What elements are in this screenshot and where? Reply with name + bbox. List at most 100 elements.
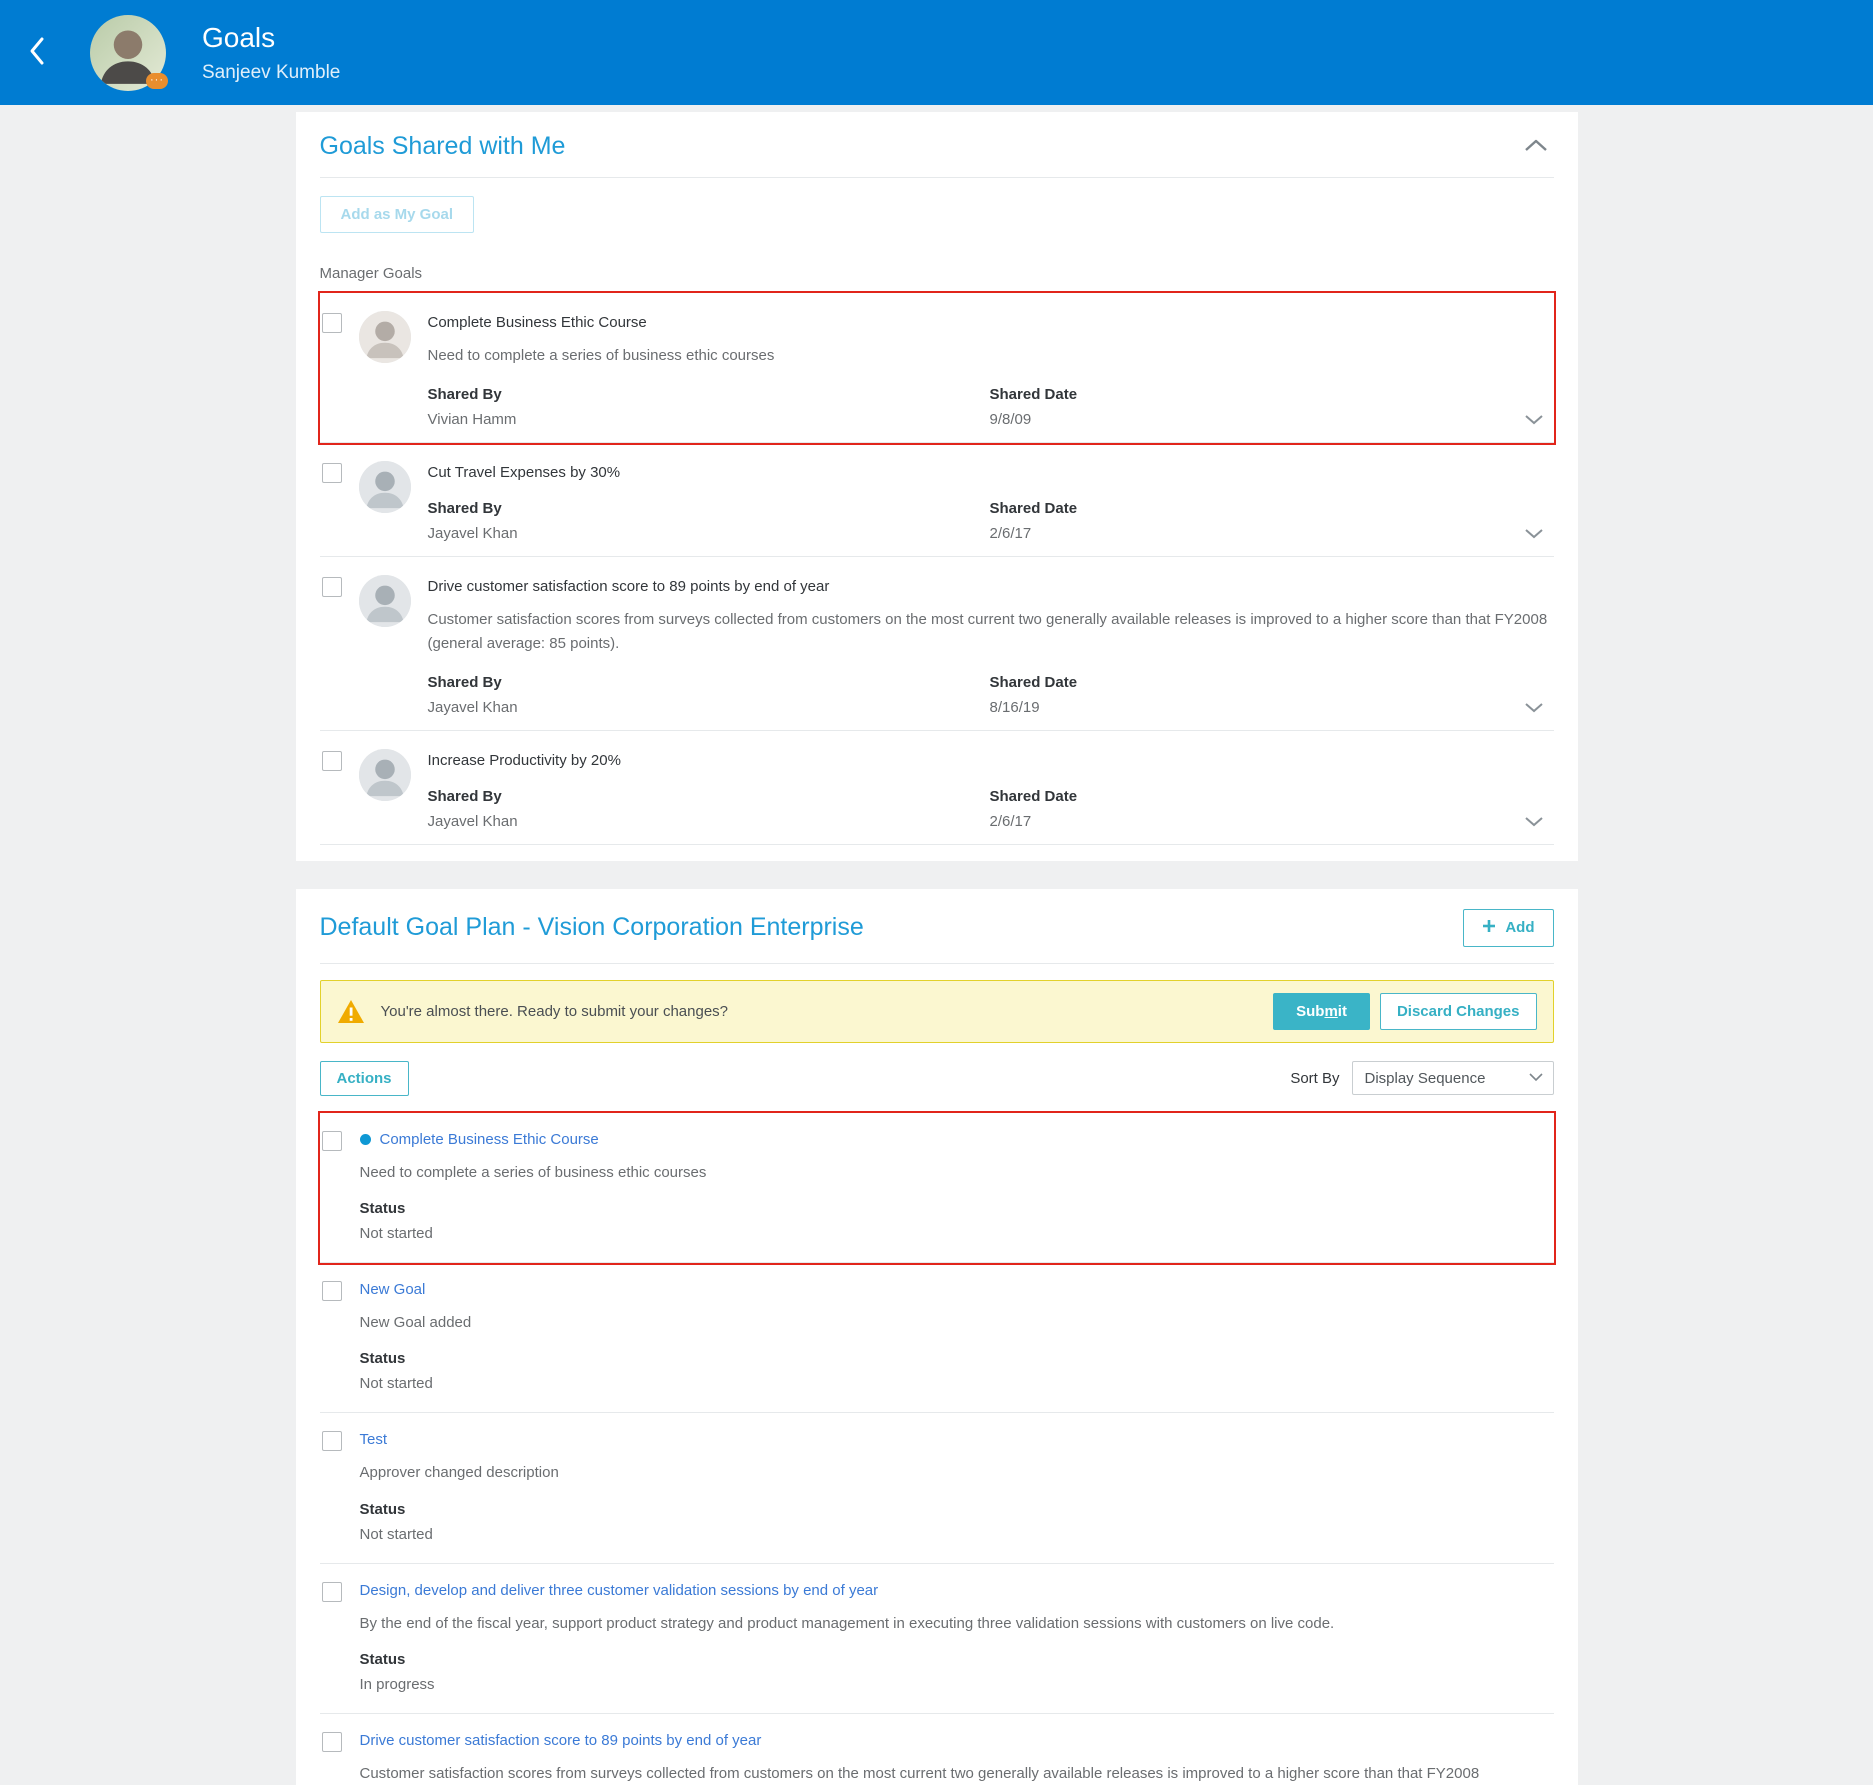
shared-by-label: Shared By bbox=[427, 386, 502, 404]
shared-by-field: Shared By Jayavel Khan bbox=[428, 674, 990, 716]
goal-checkbox[interactable] bbox=[321, 750, 342, 771]
shared-goal-item: Drive customer satisfaction score to 89 … bbox=[319, 557, 1554, 731]
goal-title-link[interactable]: Drive customer satisfaction score to 89 … bbox=[360, 1730, 1552, 1749]
goal-title: New Goal bbox=[359, 1281, 426, 1298]
shared-card-head: Goals Shared with Me bbox=[319, 112, 1554, 178]
goal-content: Complete Business Ethic Course Need to c… bbox=[428, 311, 1552, 428]
collapse-section-button[interactable] bbox=[1518, 135, 1554, 159]
avatar bbox=[358, 311, 411, 363]
shared-date-field: Shared Date 8/16/19 bbox=[990, 674, 1552, 716]
goal-content: Test Approver changed description Status… bbox=[360, 1429, 1552, 1542]
shared-date-label: Shared Date bbox=[989, 787, 1078, 805]
goal-content: Complete Business Ethic Course Need to c… bbox=[359, 1129, 1552, 1242]
goal-title: Complete Business Ethic Course bbox=[379, 1130, 599, 1148]
goal-checkbox[interactable] bbox=[321, 313, 342, 333]
goal-content: Drive customer satisfaction score to 89 … bbox=[360, 1730, 1552, 1785]
goal-checkbox[interactable] bbox=[321, 463, 342, 484]
discard-changes-button[interactable]: Discard Changes bbox=[1379, 992, 1537, 1030]
goal-content: New Goal New Goal added Status Not start… bbox=[360, 1279, 1552, 1392]
goal-title: Drive customer satisfaction score to 89 … bbox=[427, 578, 830, 596]
goal-checkbox[interactable] bbox=[321, 577, 342, 598]
shared-date-field: Shared Date 2/6/17 bbox=[990, 500, 1552, 542]
add-goal-button[interactable]: Add bbox=[1463, 908, 1554, 947]
plan-goal-item: Complete Business Ethic Course Need to c… bbox=[317, 1110, 1556, 1266]
shared-by-field: Shared By Vivian Hamm bbox=[428, 386, 990, 428]
avatar bbox=[358, 575, 411, 628]
goal-content: Increase Productivity by 20% Shared By J… bbox=[428, 749, 1552, 830]
unread-dot-icon bbox=[359, 1133, 371, 1145]
goal-title: Design, develop and deliver three custom… bbox=[359, 1581, 879, 1599]
goal-content: Design, develop and deliver three custom… bbox=[360, 1580, 1552, 1693]
chevron-down-icon bbox=[1524, 527, 1544, 542]
expand-row-button[interactable] bbox=[1520, 811, 1548, 834]
goal-checkbox[interactable] bbox=[321, 1431, 342, 1452]
shared-date-label: Shared Date bbox=[989, 500, 1078, 518]
expand-row-button[interactable] bbox=[1520, 523, 1548, 546]
status-value: Not started bbox=[359, 1525, 433, 1543]
user-avatar[interactable]: ··· bbox=[90, 14, 168, 91]
add-as-my-goal-button[interactable]: Add as My Goal bbox=[319, 196, 475, 233]
goal-title-link[interactable]: New Goal bbox=[360, 1279, 1552, 1298]
submit-label: Sub bbox=[1296, 1002, 1325, 1020]
shared-by-value: Jayavel Khan bbox=[427, 812, 518, 830]
goal-title-link[interactable]: Test bbox=[360, 1429, 1552, 1448]
chevron-down-icon bbox=[1528, 1069, 1543, 1087]
submit-label-accesskey: m bbox=[1324, 1002, 1338, 1020]
shared-by-field: Shared By Jayavel Khan bbox=[428, 500, 990, 542]
chevron-down-icon bbox=[1524, 701, 1544, 716]
shared-goal-item: Complete Business Ethic Course Need to c… bbox=[317, 290, 1556, 446]
shared-section-title: Goals Shared with Me bbox=[319, 132, 566, 160]
plan-goal-item: Design, develop and deliver three custom… bbox=[319, 1564, 1554, 1714]
actions-button[interactable]: Actions bbox=[319, 1060, 409, 1096]
shared-goal-item: Cut Travel Expenses by 30% Shared By Jay… bbox=[319, 443, 1554, 558]
shared-date-value: 2/6/17 bbox=[989, 812, 1032, 830]
goal-title-link[interactable]: Design, develop and deliver three custom… bbox=[360, 1580, 1552, 1599]
goal-status-field: Status Not started bbox=[360, 1501, 1552, 1543]
shared-by-value: Vivian Hamm bbox=[427, 411, 517, 429]
goal-description: Customer satisfaction scores from survey… bbox=[427, 611, 1548, 652]
goal-checkbox[interactable] bbox=[321, 1130, 342, 1151]
page-subtitle: Sanjeev Kumble bbox=[202, 61, 341, 83]
plan-section-title: Default Goal Plan - Vision Corporation E… bbox=[319, 913, 864, 942]
avatar bbox=[358, 748, 411, 801]
shared-by-label: Shared By bbox=[427, 500, 502, 518]
avatar-status-badge: ··· bbox=[146, 72, 168, 89]
back-button[interactable] bbox=[28, 23, 72, 83]
app-header: ··· Goals Sanjeev Kumble bbox=[0, 0, 1873, 105]
plan-goal-item: New Goal New Goal added Status Not start… bbox=[319, 1263, 1554, 1414]
goal-title-link[interactable]: Complete Business Ethic Course bbox=[359, 1129, 1552, 1148]
goal-status-field: Status Not started bbox=[360, 1350, 1552, 1392]
shared-date-label: Shared Date bbox=[989, 673, 1078, 691]
expand-row-button[interactable] bbox=[1520, 697, 1548, 720]
status-value: Not started bbox=[359, 1375, 433, 1393]
goal-fields: Shared By Jayavel Khan Shared Date 2/6/1… bbox=[428, 788, 1552, 830]
expand-row-button[interactable] bbox=[1520, 409, 1548, 432]
submit-button[interactable]: Submit bbox=[1273, 992, 1370, 1030]
sort-select[interactable]: Display Sequence bbox=[1351, 1061, 1554, 1096]
content: Goals Shared with Me Add as My Goal Mana… bbox=[295, 112, 1578, 1785]
shared-date-label: Shared Date bbox=[989, 386, 1078, 404]
goal-checkbox[interactable] bbox=[321, 1281, 342, 1301]
goal-description: New Goal added bbox=[359, 1314, 472, 1331]
goal-description: Need to complete a series of business et… bbox=[427, 347, 775, 364]
status-label: Status bbox=[359, 1200, 406, 1217]
header-titles: Goals Sanjeev Kumble bbox=[202, 22, 340, 84]
plan-toolbar: Actions Sort By Display Sequence bbox=[319, 1060, 1554, 1096]
goal-checkbox[interactable] bbox=[321, 1731, 342, 1752]
chevron-down-icon bbox=[1524, 815, 1544, 830]
goal-title: Drive customer satisfaction score to 89 … bbox=[359, 1731, 762, 1749]
chevron-left-icon bbox=[28, 36, 46, 69]
plan-goal-item: Drive customer satisfaction score to 89 … bbox=[320, 1714, 1554, 1785]
plan-goal-item: Test Approver changed description Status… bbox=[319, 1413, 1554, 1564]
goal-status-field: Status In progress bbox=[360, 1651, 1552, 1693]
status-value: In progress bbox=[359, 1675, 435, 1693]
shared-toolbar: Add as My Goal bbox=[319, 178, 1554, 237]
banner-message: You're almost there. Ready to submit you… bbox=[380, 1002, 729, 1020]
shared-by-value: Jayavel Khan bbox=[427, 525, 518, 543]
status-label: Status bbox=[359, 1500, 406, 1518]
goal-fields: Shared By Jayavel Khan Shared Date 8/16/… bbox=[428, 674, 1552, 716]
submit-label: it bbox=[1337, 1002, 1347, 1020]
goal-checkbox[interactable] bbox=[321, 1581, 342, 1602]
goals-page: ··· Goals Sanjeev Kumble Goals Shared wi… bbox=[0, 0, 1873, 1785]
shared-by-field: Shared By Jayavel Khan bbox=[428, 788, 990, 830]
